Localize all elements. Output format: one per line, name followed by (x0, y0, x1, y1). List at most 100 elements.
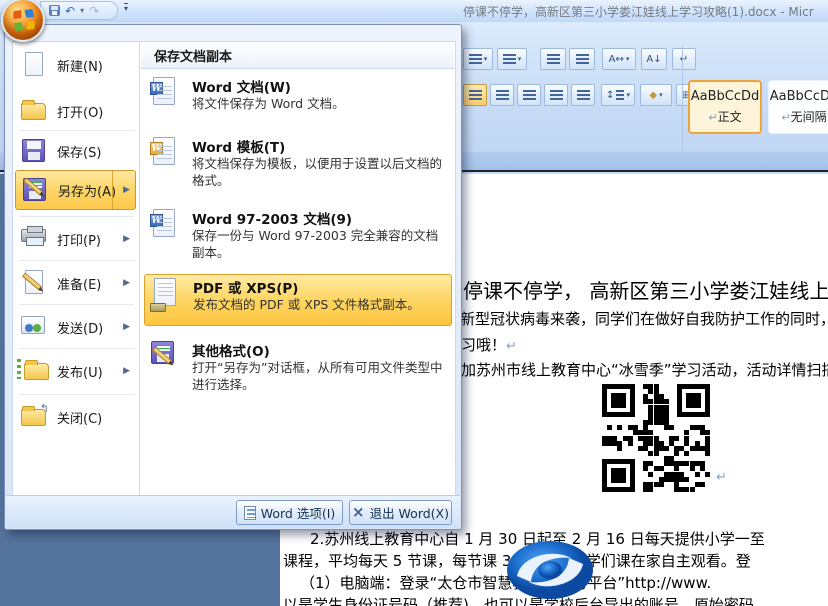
line-spacing-lines-icon (616, 90, 624, 101)
chevron-down-icon: ▾ (626, 55, 630, 63)
doc-paragraph: 习哦！↵ (461, 334, 517, 355)
menu-item-save-as[interactable]: 另存为(A) ▶ (15, 170, 136, 210)
submenu-arrow-icon: ▶ (123, 366, 130, 376)
asian-layout-button[interactable]: A↔ ▾ (602, 48, 636, 70)
menu-separator (19, 304, 134, 305)
publish-icon (19, 357, 49, 385)
office-menu: 新建(N) 打开(O) 保存(S) 另存为(A) ▶ 打印(P) ▶ (4, 24, 462, 530)
menu-item-publish[interactable]: 发布(U) ▶ (15, 352, 136, 390)
chevron-down-icon[interactable]: ▾ (80, 6, 84, 15)
document-title: 停课不停学，高新区第三小学娄江娃线上学习攻略(1).docx - Micr (463, 3, 814, 20)
sort-button[interactable]: A↓ (641, 48, 667, 70)
decrease-indent-icon (547, 54, 560, 65)
justify-icon (550, 90, 563, 101)
quick-access-toolbar: ↶ ▾ ↷ (40, 1, 118, 20)
office-menu-footer: Word 选项(I) × 退出 Word(X) (6, 495, 460, 528)
menu-separator (19, 394, 134, 395)
sort-az-icon: A↓ (646, 54, 661, 65)
show-marks-button[interactable]: ↵ (672, 48, 696, 70)
numbering-button[interactable]: ▾ (463, 48, 493, 70)
submenu-item-pdf-xps[interactable]: PDF 或 XPS(P) 发布文档的 PDF 或 XPS 文件格式副本。 (144, 274, 452, 326)
style-name: ↵正文 (708, 108, 741, 125)
multilevel-list-icon (503, 54, 516, 65)
line-spacing-icon: ↕ (606, 90, 614, 101)
increase-indent-button[interactable] (569, 48, 595, 70)
distribute-button[interactable] (571, 84, 595, 106)
doc-heading: 停课不停学， 高新区第三小学娄江娃线上学习攻略 (463, 275, 828, 304)
office-menu-left-pane: 新建(N) 打开(O) 保存(S) 另存为(A) ▶ 打印(P) ▶ (12, 41, 139, 513)
menu-item-send[interactable]: 发送(D) ▶ (15, 308, 136, 346)
align-left-button[interactable] (463, 84, 487, 106)
save-floppy-icon (19, 137, 49, 165)
submenu-header: 保存文档副本 (141, 43, 454, 69)
open-folder-icon (19, 97, 49, 125)
customize-qat-icon[interactable]: ▾ (124, 3, 128, 14)
save-as-icon (20, 176, 50, 204)
style-sample: AaBbCcDd (770, 89, 828, 104)
qr-finder-icon (602, 459, 635, 492)
qr-code (600, 382, 712, 494)
word-document-icon: W (149, 77, 181, 109)
exit-word-button[interactable]: × 退出 Word(X) (349, 500, 452, 525)
doc-paragraph: 新型冠状病毒来袭，同学们在做好自我防护工作的同时，可以 (460, 308, 828, 329)
qr-finder-icon (677, 384, 710, 417)
align-right-button[interactable] (517, 84, 541, 106)
menu-item-new[interactable]: 新建(N) (15, 46, 136, 84)
align-right-icon (523, 90, 536, 101)
menu-item-save[interactable]: 保存(S) (15, 132, 136, 170)
chevron-down-icon: ▾ (626, 91, 630, 99)
style-chip-no-spacing[interactable]: AaBbCcDd ↵无间隔 (768, 80, 828, 134)
paragraph-mark-icon: ↵ (506, 339, 517, 354)
submenu-item-word-template[interactable]: W Word 模板(T) 将文档保存为模板，以便用于设置以后文档的格式。 (144, 134, 452, 198)
menu-separator (19, 260, 134, 261)
justify-button[interactable] (544, 84, 568, 106)
prepare-document-icon (19, 269, 49, 297)
asian-layout-icon: A↔ (609, 54, 624, 65)
menu-item-open[interactable]: 打开(O) (15, 92, 136, 130)
new-document-icon (19, 51, 49, 79)
word-window: 停课不停学，高新区第三小学娄江娃线上学习攻略(1).docx - Micr ▾ … (0, 0, 828, 606)
chevron-down-icon: ▾ (659, 91, 663, 99)
options-icon (244, 506, 256, 520)
paragraph-mark-icon: ↵ (708, 111, 717, 124)
menu-item-close[interactable]: ↰ 关闭(C) (15, 398, 136, 436)
numbered-list-icon (469, 54, 482, 65)
line-spacing-button[interactable]: ↕ ▾ (601, 84, 635, 106)
shading-button[interactable]: ◆ ▾ (640, 84, 672, 106)
align-left-icon (469, 90, 482, 101)
multilevel-list-button[interactable]: ▾ (497, 48, 527, 70)
distribute-icon (577, 90, 590, 101)
save-as-submenu: 保存文档副本 W Word 文档(W) 将文件保存为 Word 文档。 W Wo… (139, 41, 456, 513)
submenu-item-word-97-2003[interactable]: W Word 97-2003 文档(9) 保存一份与 Word 97-2003 … (144, 206, 452, 270)
doc-paragraph: 加苏州市线上教育中心“冰雪季”学习活动，活动详情扫描二 (461, 359, 828, 380)
office-logo-icon (13, 9, 35, 31)
menu-item-prepare[interactable]: 准备(E) ▶ (15, 264, 136, 302)
menu-item-print[interactable]: 打印(P) ▶ (15, 220, 136, 258)
decrease-indent-button[interactable] (540, 48, 566, 70)
send-icon (19, 313, 49, 341)
qr-finder-icon (602, 384, 635, 417)
word-options-button[interactable]: Word 选项(I) (236, 500, 343, 525)
menu-separator (19, 348, 134, 349)
align-center-icon (496, 90, 509, 101)
save-icon[interactable] (49, 5, 60, 16)
style-chip-normal[interactable]: AaBbCcDd ↵正文 (688, 80, 762, 134)
word-template-icon: W (149, 137, 181, 169)
printer-icon (19, 225, 49, 253)
submenu-item-word-document[interactable]: W Word 文档(W) 将文件保存为 Word 文档。 (144, 74, 452, 120)
redo-icon: ↷ (89, 5, 99, 17)
align-center-button[interactable] (490, 84, 514, 106)
close-document-icon: ↰ (19, 403, 49, 431)
undo-icon[interactable]: ↶ (65, 5, 75, 17)
paragraph-mark-icon: ↵ (716, 470, 727, 485)
style-name: ↵无间隔 (781, 108, 826, 125)
menu-separator (19, 130, 134, 131)
style-sample: AaBbCcDd (691, 89, 760, 104)
close-x-icon: × (352, 505, 365, 520)
chevron-down-icon: ▾ (518, 55, 522, 63)
increase-indent-icon (576, 54, 589, 65)
submenu-item-other-formats[interactable]: 其他格式(O) 打开“另存为”对话框，从所有可用文件类型中进行选择。 (144, 338, 452, 402)
office-button[interactable] (1, 0, 45, 42)
shading-bucket-icon: ◆ (649, 90, 657, 101)
pdf-xps-icon (150, 278, 182, 310)
